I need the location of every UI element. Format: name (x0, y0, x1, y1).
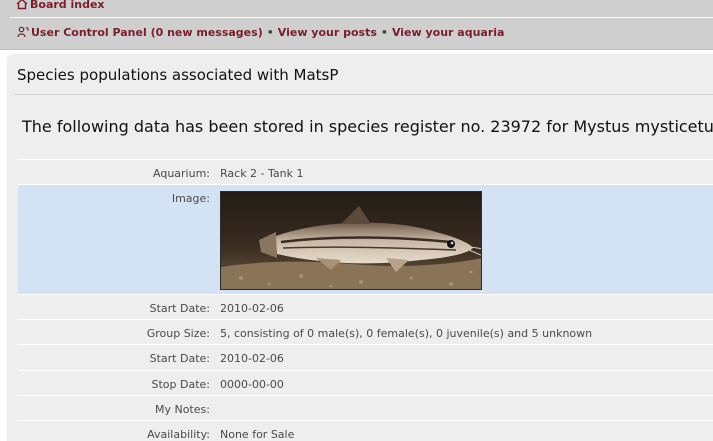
separator: • (266, 25, 274, 39)
image-label: Image: (171, 192, 210, 205)
aquarium-row: Aquarium: Rack 2 - Tank 1 (18, 159, 713, 187)
panel-divider (15, 94, 713, 95)
start-date-label: Start Date: (149, 302, 210, 315)
start-date-value: 2010-02-06 (220, 302, 284, 315)
breadcrumb: Board index (16, 0, 105, 12)
aquarium-value: Rack 2 - Tank 1 (220, 167, 304, 180)
group-size-label: Group Size: (146, 327, 210, 340)
start-date-label-2: Start Date: (149, 352, 210, 365)
stop-date-row: Stop Date: 0000-00-00 (18, 370, 713, 395)
group-size-row: Group Size: 5, consisting of 0 male(s), … (18, 319, 713, 344)
start-date-row-2: Start Date: 2010-02-06 (18, 344, 713, 370)
home-icon (16, 0, 28, 10)
species-photo[interactable] (220, 191, 482, 290)
nav-divider (10, 17, 713, 18)
navbar: Board index User Control Panel (0 new me… (0, 0, 713, 50)
view-posts-link[interactable]: View your posts (278, 26, 377, 39)
register-heading: The following data has been stored in sp… (22, 117, 713, 136)
aquarium-label: Aquarium: (153, 167, 210, 180)
notes-label: My Notes: (155, 403, 210, 416)
ucp-link[interactable]: User Control Panel (0 new messages) (31, 26, 263, 39)
start-date-value-2: 2010-02-06 (220, 352, 284, 365)
image-row: Image: (18, 184, 713, 294)
availability-label: Availability: (147, 428, 210, 441)
notes-row: My Notes: (18, 395, 713, 420)
availability-row: Availability: None for Sale (18, 420, 713, 441)
board-index-link[interactable]: Board index (30, 0, 105, 11)
user-links: User Control Panel (0 new messages) • Vi… (17, 24, 504, 40)
stop-date-label: Stop Date: (151, 378, 210, 391)
stop-date-value: 0000-00-00 (220, 378, 284, 391)
availability-value: None for Sale (220, 428, 295, 441)
group-size-value: 5, consisting of 0 male(s), 0 female(s),… (220, 327, 593, 340)
view-aquaria-link[interactable]: View your aquaria (392, 26, 505, 39)
panel-title: Species populations associated with Mats… (17, 66, 339, 84)
start-date-row: Start Date: 2010-02-06 (18, 294, 713, 319)
user-icon (17, 26, 29, 38)
separator: • (380, 25, 388, 39)
